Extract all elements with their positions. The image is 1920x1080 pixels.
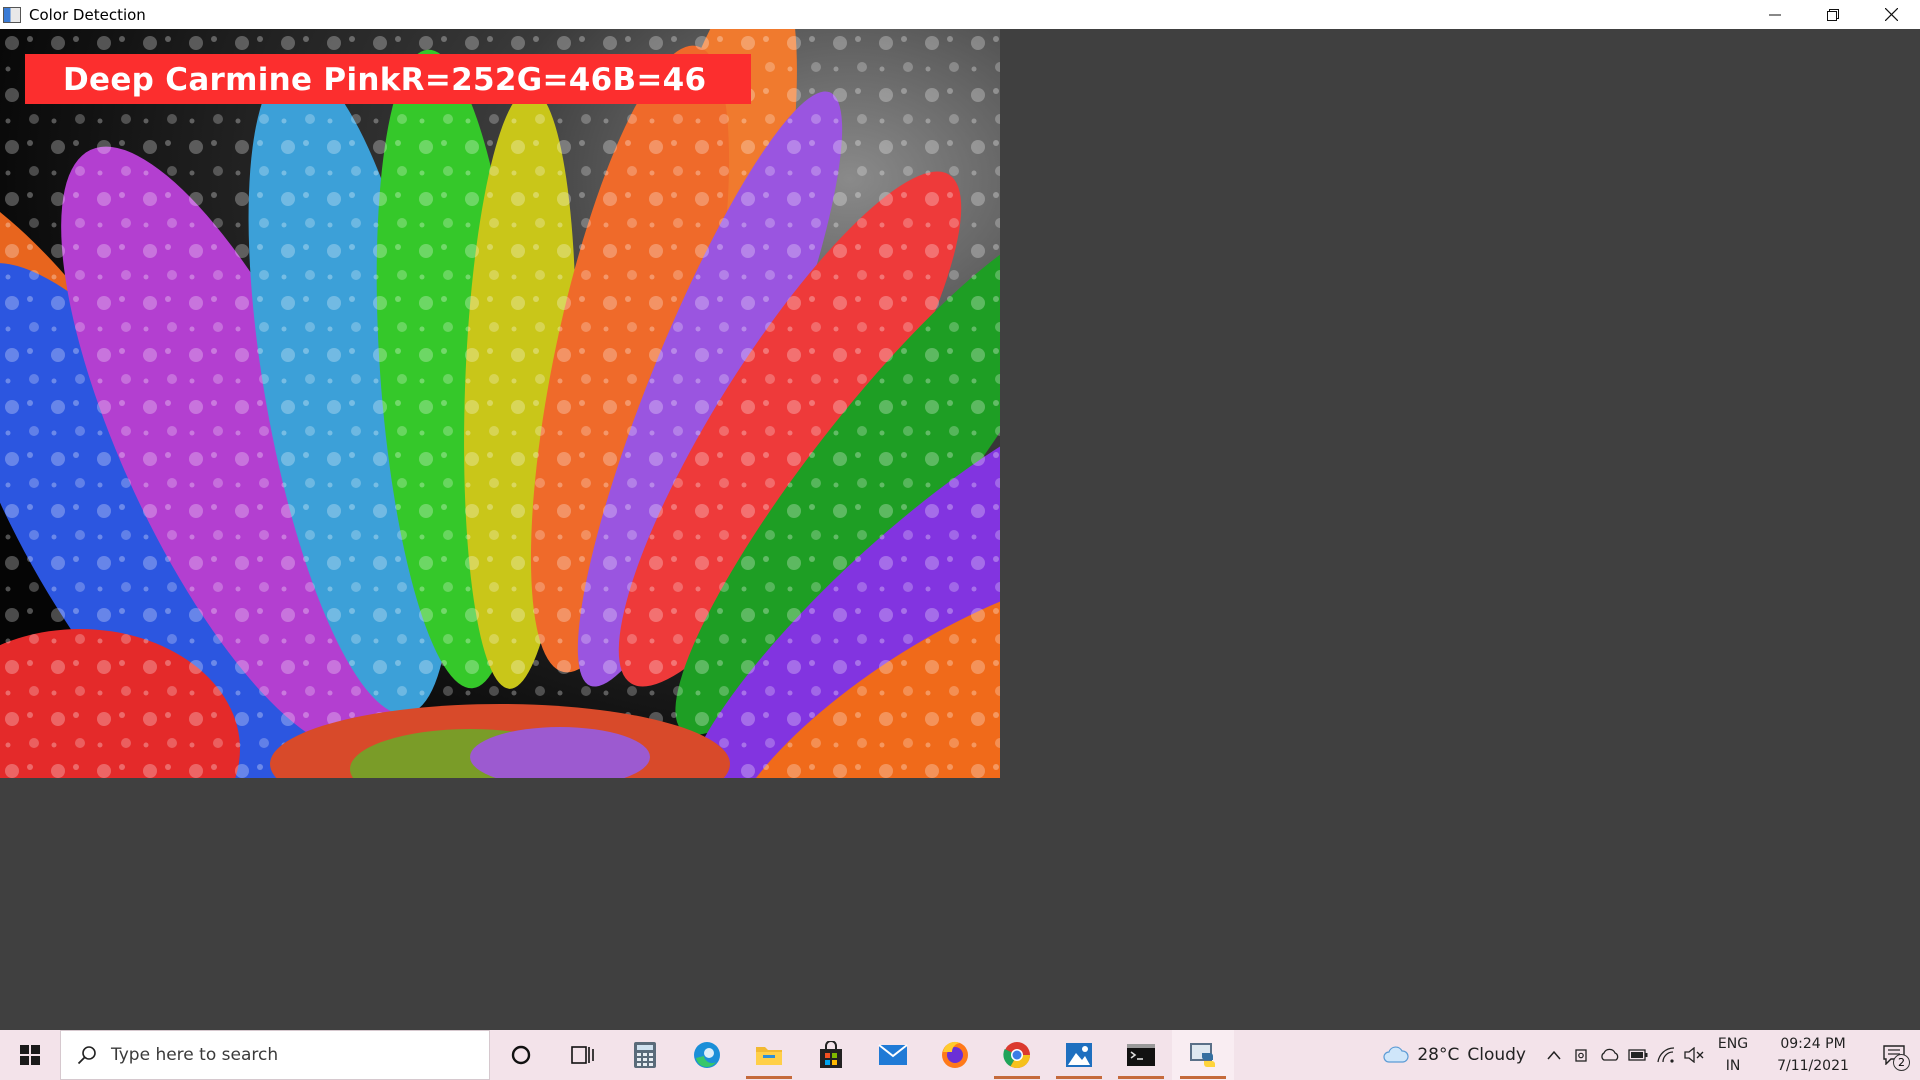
cortana-button[interactable] [490,1030,552,1080]
minimize-button[interactable] [1746,0,1804,29]
battery-icon [1628,1049,1648,1061]
python-icon [1190,1043,1215,1067]
cortana-icon [511,1045,531,1065]
notification-count-badge: 2 [1893,1054,1910,1071]
chevron-up-icon [1547,1050,1561,1060]
restore-icon [1827,8,1839,21]
calculator-app[interactable] [614,1030,676,1080]
input-language-button[interactable]: ENG IN [1708,1033,1758,1077]
color-label-text: Deep Carmine PinkR=252G=46B=46 [63,62,707,98]
store-app[interactable] [800,1030,862,1080]
window-client-area: Deep Carmine PinkR=252G=46B=46 [0,29,1920,1030]
onedrive-button[interactable] [1596,1030,1624,1080]
windows-logo-icon [20,1045,40,1065]
taskbar-clock[interactable]: 09:24 PM 7/11/2021 [1758,1033,1868,1077]
mail-app[interactable] [862,1030,924,1080]
system-tray: 28°C Cloudy ENG IN 09:24 PM 7/11/2021 2 [1383,1030,1920,1080]
taskbar: Type here to search 28°C Cloudy ENG IN 0… [0,1030,1920,1080]
language-code: ENG [1717,1036,1749,1052]
terminal-icon [1127,1044,1155,1066]
taskbar-search-box[interactable]: Type here to search [60,1030,490,1080]
clock-date: 7/11/2021 [1777,1058,1849,1074]
file-explorer-app[interactable] [738,1030,800,1080]
firefox-icon [942,1041,968,1068]
mail-icon [878,1044,908,1065]
calculator-icon [634,1042,656,1068]
weather-temp: 28°C [1417,1045,1460,1065]
camera-icon [1575,1049,1587,1062]
store-icon [820,1041,842,1068]
search-icon [77,1046,96,1065]
restore-button[interactable] [1804,0,1862,29]
clock-time: 09:24 PM [1780,1036,1846,1052]
meet-now-button[interactable] [1568,1030,1596,1080]
terminal-app[interactable] [1110,1030,1172,1080]
python-app[interactable] [1172,1030,1234,1080]
wifi-icon [1657,1047,1675,1063]
cloud-icon [1383,1046,1409,1063]
search-placeholder: Type here to search [111,1045,279,1065]
photos-icon [1066,1043,1092,1067]
weather-widget[interactable]: 28°C Cloudy [1383,1045,1526,1065]
window-title: Color Detection [29,5,146,24]
window-controls [1746,0,1920,29]
language-region: IN [1725,1058,1741,1074]
volume-muted-icon [1684,1047,1704,1063]
onedrive-cloud-icon [1601,1048,1619,1061]
volume-button[interactable] [1680,1030,1708,1080]
task-view-button[interactable] [552,1030,614,1080]
battery-button[interactable] [1624,1030,1652,1080]
image-canvas[interactable]: Deep Carmine PinkR=252G=46B=46 [0,29,1000,778]
edge-icon [694,1042,720,1068]
edge-app[interactable] [676,1030,738,1080]
app-window-icon [3,6,21,23]
chrome-icon [1003,1042,1031,1069]
task-view-icon [571,1046,594,1064]
minimize-icon [1769,14,1781,15]
show-hidden-icons-button[interactable] [1540,1030,1568,1080]
firefox-app[interactable] [924,1030,986,1080]
close-button[interactable] [1862,0,1920,29]
start-button[interactable] [0,1030,60,1080]
window-titlebar: Color Detection [0,0,1920,29]
weather-condition: Cloudy [1467,1045,1526,1065]
file-explorer-icon [756,1047,782,1065]
network-button[interactable] [1652,1030,1680,1080]
action-center-button[interactable]: 2 [1868,1030,1920,1080]
flower-petals-image [0,29,1000,778]
close-icon [1884,8,1898,21]
chrome-app[interactable] [986,1030,1048,1080]
photos-app[interactable] [1048,1030,1110,1080]
